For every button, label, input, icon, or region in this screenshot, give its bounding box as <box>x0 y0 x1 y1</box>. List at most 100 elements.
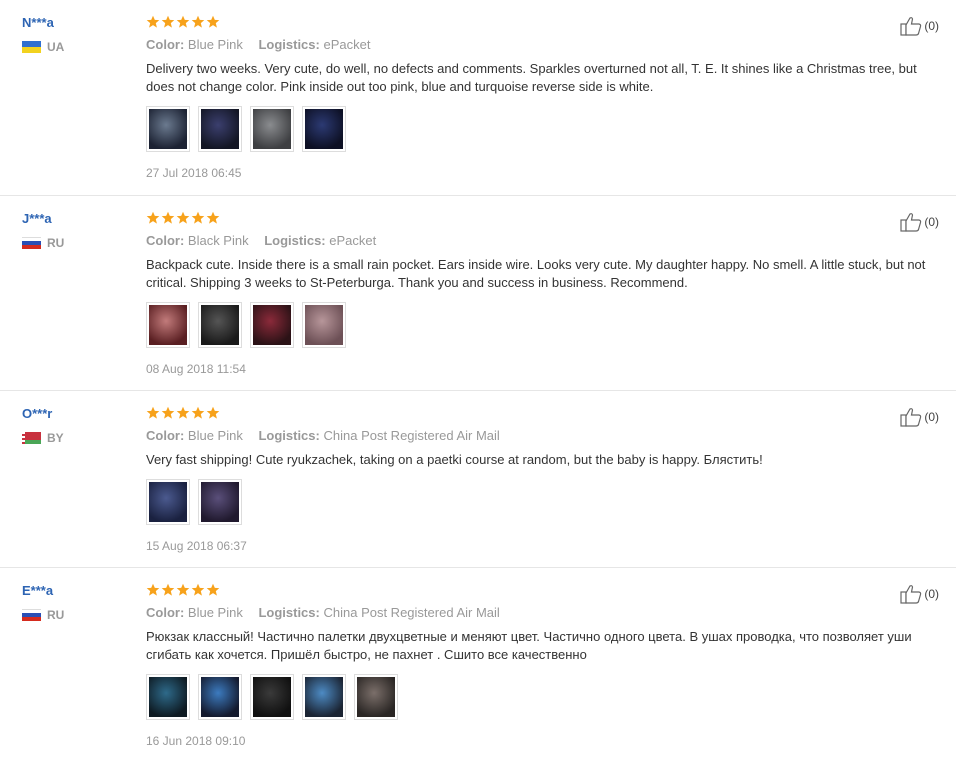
color-label: Color: <box>146 233 185 248</box>
star-icon <box>206 211 220 224</box>
backpack-photo <box>149 482 187 522</box>
review-photo-thumbnail[interactable] <box>250 674 294 720</box>
color-label: Color: <box>146 605 185 620</box>
country-code: BY <box>47 431 64 445</box>
review-photo-thumbnail[interactable] <box>146 302 190 348</box>
review-photo-thumbnail[interactable] <box>198 302 242 348</box>
buyer-name[interactable]: O***r <box>22 406 64 421</box>
backpack-photo <box>149 677 187 717</box>
review-photo-thumbnail[interactable] <box>250 302 294 348</box>
country-code: RU <box>47 608 65 622</box>
review-photo-thumbnail[interactable] <box>198 674 242 720</box>
review-text: Рюкзак классный! Частично палетки двухцв… <box>146 629 912 662</box>
review-photo-thumbnail[interactable] <box>354 674 398 720</box>
logistics-value: China Post Registered Air Mail <box>323 428 500 443</box>
star-icon <box>161 211 175 224</box>
logistics-label: Logistics: <box>258 428 320 443</box>
helpful-count: (0) <box>924 19 939 33</box>
backpack-photo <box>201 305 239 345</box>
buyer-country: RU <box>22 236 64 250</box>
logistics-label: Logistics: <box>258 37 320 52</box>
thumbs-up-icon <box>900 408 922 427</box>
star-icon <box>206 15 220 28</box>
star-icon <box>146 15 160 28</box>
review-item: O***r BY Color: Blue Pink Logistics: Chi… <box>0 390 956 568</box>
color-value: Black Pink <box>187 233 249 248</box>
review-content: Color: Blue Pink Logistics: China Post R… <box>146 406 946 553</box>
star-icon <box>176 583 190 596</box>
star-icon <box>206 583 220 596</box>
review-item: N***a UA Color: Blue Pink Logistics: ePa… <box>0 0 956 195</box>
star-icon <box>191 583 205 596</box>
logistics-label: Logistics: <box>258 605 320 620</box>
review-photo-thumbnail[interactable] <box>146 674 190 720</box>
buyer-name[interactable]: E***a <box>22 583 64 598</box>
buyer-name[interactable]: N***a <box>22 15 64 30</box>
color-value: Blue Pink <box>187 37 243 52</box>
buyer-country: UA <box>22 40 64 54</box>
star-icon <box>176 406 190 419</box>
country-code: UA <box>47 40 65 54</box>
backpack-photo <box>305 305 343 345</box>
buyer-info: O***r BY <box>22 406 64 445</box>
star-icon <box>176 211 190 224</box>
backpack-photo <box>253 305 291 345</box>
backpack-photo <box>201 677 239 717</box>
backpack-photo <box>253 109 291 149</box>
backpack-photo <box>305 677 343 717</box>
review-photo-thumbnail[interactable] <box>302 302 346 348</box>
color-value: Blue Pink <box>187 605 243 620</box>
helpful-button[interactable]: (0) <box>900 212 939 232</box>
review-item: E***a RU Color: Blue Pink Logistics: Chi… <box>0 567 956 765</box>
buyer-info: E***a RU <box>22 583 64 622</box>
helpful-count: (0) <box>924 215 939 229</box>
review-photo-thumbnail[interactable] <box>146 479 190 525</box>
star-icon <box>161 406 175 419</box>
helpful-button[interactable]: (0) <box>900 407 939 427</box>
star-icon <box>146 211 160 224</box>
thumbs-up-icon <box>900 213 922 232</box>
review-date: 27 Jul 2018 06:45 <box>146 166 242 180</box>
helpful-button[interactable]: (0) <box>900 16 939 36</box>
order-info: Color: Blue Pink Logistics: ePacket <box>146 37 946 52</box>
thumbs-up-icon <box>900 585 922 604</box>
star-icon <box>206 406 220 419</box>
review-content: Color: Blue Pink Logistics: ePacket Deli… <box>146 15 946 180</box>
review-photo-thumbnail[interactable] <box>146 106 190 152</box>
review-photos <box>146 674 946 720</box>
country-code: RU <box>47 236 65 250</box>
backpack-photo <box>201 482 239 522</box>
helpful-button[interactable]: (0) <box>900 584 939 604</box>
star-rating <box>146 406 946 422</box>
star-icon <box>191 406 205 419</box>
review-date: 08 Aug 2018 11:54 <box>146 362 246 376</box>
review-content: Color: Black Pink Logistics: ePacket Bac… <box>146 211 946 376</box>
buyer-name[interactable]: J***a <box>22 211 64 226</box>
backpack-photo <box>253 677 291 717</box>
star-icon <box>191 211 205 224</box>
review-photo-thumbnail[interactable] <box>302 674 346 720</box>
review-photo-thumbnail[interactable] <box>302 106 346 152</box>
backpack-photo <box>305 109 343 149</box>
review-photos <box>146 479 946 525</box>
review-photo-thumbnail[interactable] <box>250 106 294 152</box>
star-rating <box>146 583 946 599</box>
backpack-photo <box>201 109 239 149</box>
review-date: 16 Jun 2018 09:10 <box>146 734 246 748</box>
review-photo-thumbnail[interactable] <box>198 479 242 525</box>
star-icon <box>146 406 160 419</box>
order-info: Color: Blue Pink Logistics: China Post R… <box>146 428 946 443</box>
review-date: 15 Aug 2018 06:37 <box>146 539 247 553</box>
logistics-value: ePacket <box>323 37 371 52</box>
review-item: J***a RU Color: Black Pink Logistics: eP… <box>0 195 956 391</box>
backpack-photo <box>357 677 395 717</box>
review-text: Delivery two weeks. Very cute, do well, … <box>146 61 917 94</box>
buyer-country: BY <box>22 431 64 445</box>
star-icon <box>191 15 205 28</box>
review-photo-thumbnail[interactable] <box>198 106 242 152</box>
review-content: Color: Blue Pink Logistics: China Post R… <box>146 583 946 748</box>
thumbs-up-icon <box>900 17 922 36</box>
review-text: Very fast shipping! Cute ryukzachek, tak… <box>146 452 763 467</box>
helpful-count: (0) <box>924 587 939 601</box>
logistics-label: Logistics: <box>264 233 326 248</box>
